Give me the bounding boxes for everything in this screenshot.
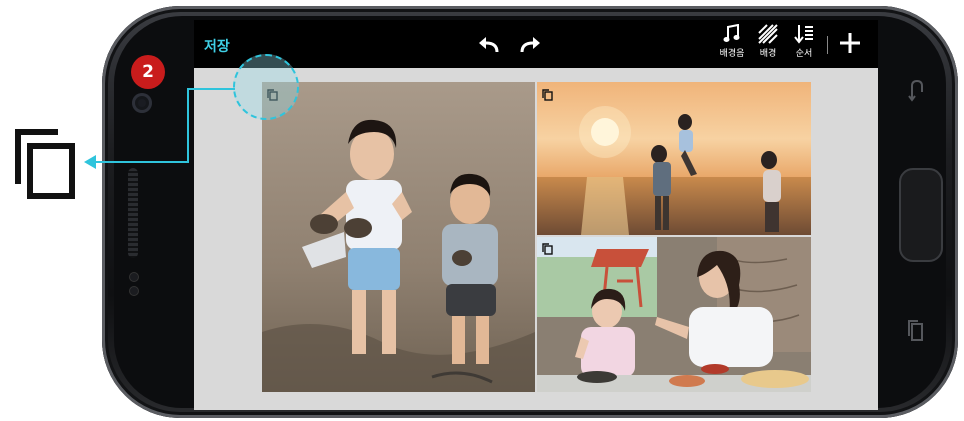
callout-line	[187, 88, 235, 90]
tool-bgm[interactable]: 배경음	[714, 22, 750, 64]
copy-icon	[14, 128, 78, 204]
highlight-circle	[233, 54, 299, 120]
tool-label: 배경음	[719, 49, 745, 59]
tool-label: 배경	[759, 49, 777, 59]
copy-icon[interactable]	[541, 240, 553, 255]
sort-order-icon	[794, 25, 813, 44]
toolbar-divider	[827, 36, 828, 54]
front-camera	[132, 93, 152, 113]
back-key-icon[interactable]	[906, 78, 928, 108]
sensor-dot	[129, 272, 139, 282]
music-note-icon	[723, 24, 740, 42]
photo-mother-daughter-dining[interactable]	[537, 237, 811, 392]
photo-sunset-family[interactable]	[537, 82, 811, 235]
sensor-dot	[129, 286, 139, 296]
top-toolbar: 저장 배경음 배경 순서	[194, 20, 878, 68]
step-badge: 2	[131, 55, 165, 89]
save-button[interactable]: 저장	[204, 36, 230, 56]
speaker-grille	[128, 168, 138, 258]
home-button[interactable]	[899, 168, 943, 262]
collage-canvas	[194, 68, 878, 410]
callout-line	[96, 161, 189, 163]
callout-line	[187, 88, 189, 162]
tool-background[interactable]: 배경	[750, 22, 786, 64]
redo-arrow-icon[interactable]	[520, 36, 542, 58]
tool-order[interactable]: 순서	[786, 22, 822, 64]
background-pattern-icon	[758, 24, 778, 44]
tool-label: 순서	[795, 49, 813, 59]
copy-icon[interactable]	[541, 86, 553, 101]
undo-arrow-icon[interactable]	[477, 36, 499, 58]
callout-arrowhead	[84, 155, 96, 169]
plus-icon[interactable]	[838, 31, 862, 59]
recent-apps-icon[interactable]	[906, 318, 926, 348]
photo-kids-beach[interactable]	[262, 82, 535, 392]
